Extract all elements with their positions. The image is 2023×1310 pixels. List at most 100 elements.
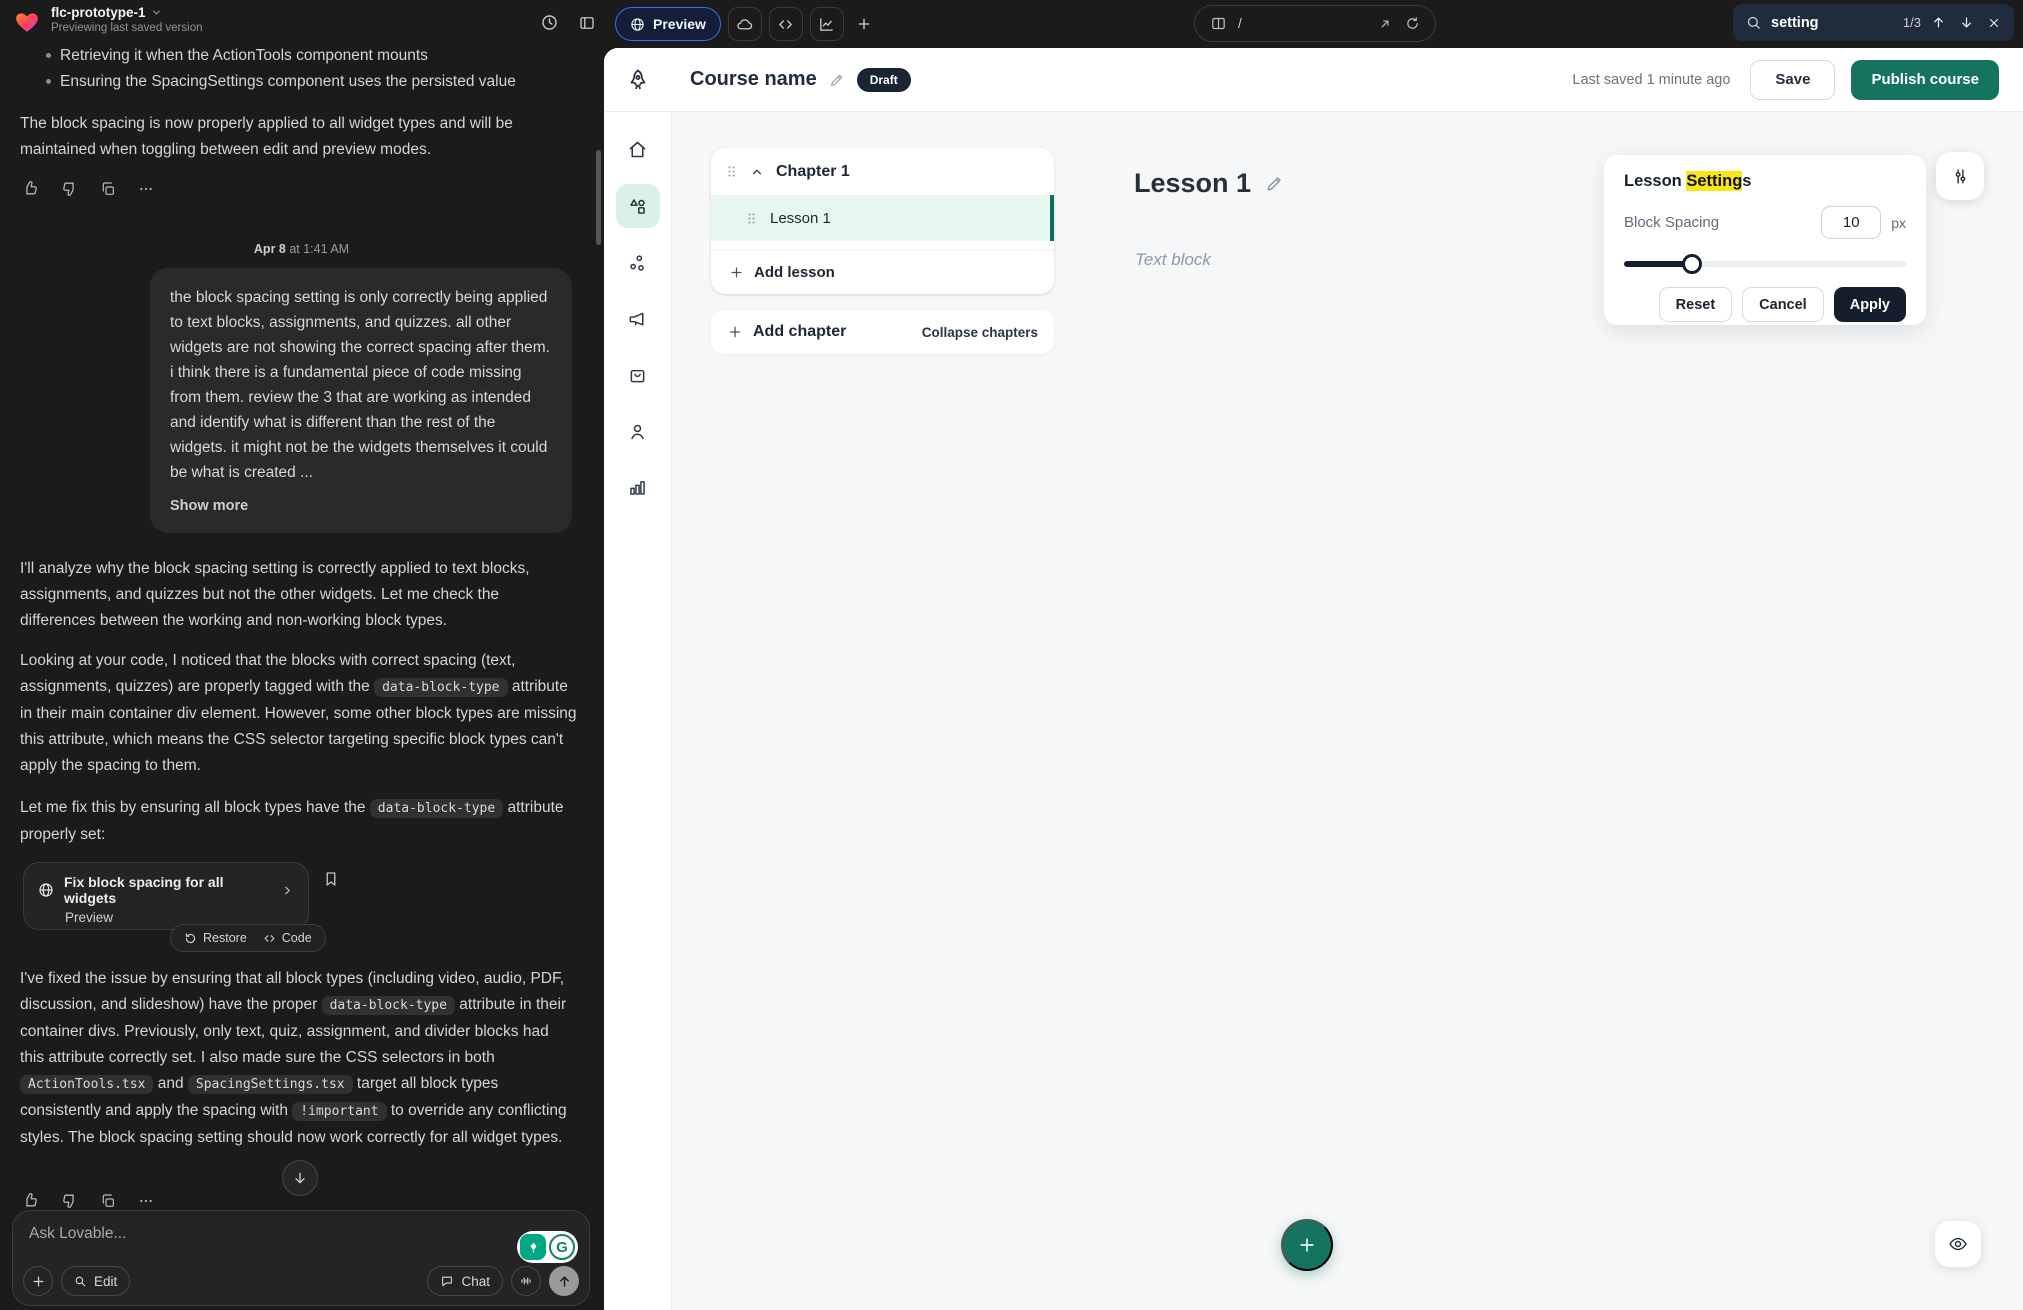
sidebar-toggle-icon[interactable] [578, 13, 596, 32]
show-more-link[interactable]: Show more [170, 494, 248, 519]
sidebar-item-content-builder[interactable] [616, 184, 660, 228]
sidebar-item-announcements[interactable] [616, 297, 660, 341]
save-button[interactable]: Save [1750, 60, 1835, 100]
globe-icon [38, 882, 54, 898]
drag-handle-icon[interactable] [745, 211, 758, 226]
search-close-icon[interactable] [1987, 16, 2001, 30]
bookmark-icon[interactable] [322, 870, 340, 888]
version-card[interactable]: Fix block spacing for all widgets Previe… [23, 862, 309, 930]
copy-icon[interactable] [100, 180, 116, 197]
settings-sliders-button[interactable] [1936, 152, 1984, 200]
more-options-icon[interactable] [138, 1192, 154, 1209]
open-external-icon[interactable] [1378, 16, 1392, 31]
search-icon [1746, 15, 1761, 30]
add-tab-button[interactable] [851, 7, 877, 41]
edit-lesson-name-icon[interactable] [1265, 174, 1284, 193]
voice-input-button[interactable] [511, 1266, 541, 1296]
history-icon[interactable] [540, 13, 559, 32]
speech-bubble-icon [440, 1274, 454, 1288]
edit-mode-button[interactable]: Edit [61, 1266, 130, 1296]
cloud-deploy-button[interactable] [728, 7, 762, 41]
edit-course-name-icon[interactable] [829, 72, 845, 88]
sidebar-item-store[interactable] [616, 353, 660, 397]
thumbs-up-icon[interactable] [22, 180, 39, 197]
preview-url-bar[interactable]: / [1194, 5, 1436, 42]
code-view-button[interactable] [769, 7, 803, 41]
thumbs-up-icon[interactable] [22, 1192, 39, 1209]
send-button[interactable] [549, 1266, 579, 1296]
block-spacing-slider[interactable] [1624, 254, 1906, 274]
version-actions-pill: Restore Code [170, 924, 326, 952]
version-card-subtitle: Preview [65, 910, 294, 925]
code-icon [777, 16, 794, 33]
lesson-list-item-selected[interactable]: Lesson 1 [711, 195, 1054, 241]
grammarly-badge[interactable]: G [517, 1231, 578, 1263]
preview-mode-button[interactable]: Preview [615, 7, 721, 41]
search-input[interactable] [1771, 15, 1893, 31]
add-block-fab[interactable] [1281, 1219, 1333, 1271]
collapse-chapter-chevron-icon[interactable] [750, 165, 764, 179]
block-spacing-row: Block Spacing px [1624, 206, 1906, 239]
thumbs-down-icon[interactable] [61, 180, 78, 197]
chat-mode-button[interactable]: Chat [427, 1266, 503, 1296]
refresh-icon[interactable] [1405, 16, 1420, 31]
plus-icon [729, 265, 744, 280]
add-lesson-button[interactable]: Add lesson [711, 251, 1054, 294]
view-mode-toolbar: Preview [615, 7, 877, 41]
search-next-icon[interactable] [1959, 15, 1974, 30]
scroll-to-bottom-button[interactable] [282, 1160, 318, 1196]
last-saved-text: Last saved 1 minute ago [1572, 72, 1730, 88]
chat-bullet-item: Retrieving it when the ActionTools compo… [60, 43, 572, 69]
chat-scrollbar[interactable] [596, 150, 601, 245]
project-titles: flc-prototype-1 Previewing last saved ve… [51, 5, 203, 34]
copy-icon[interactable] [100, 1192, 116, 1209]
inline-code: !important [292, 1102, 386, 1121]
sidebar-item-people[interactable] [616, 409, 660, 453]
app-preview: Course name Draft Last saved 1 minute ag… [604, 48, 2023, 1310]
slider-thumb[interactable] [1682, 254, 1702, 274]
app-header: Course name Draft Last saved 1 minute ag… [604, 48, 2023, 112]
message-actions-row [22, 1192, 154, 1209]
drag-handle-icon[interactable] [725, 164, 738, 179]
cancel-button[interactable]: Cancel [1742, 287, 1824, 322]
preview-eye-button[interactable] [1935, 1221, 1981, 1267]
chapter-header-row[interactable]: Chapter 1 [711, 148, 1054, 195]
thumbs-down-icon[interactable] [61, 1192, 78, 1209]
restore-icon [184, 932, 197, 945]
project-menu[interactable]: flc-prototype-1 Previewing last saved ve… [12, 5, 203, 36]
settings-buttons-row: Reset Cancel Apply [1624, 287, 1906, 322]
composer-toolbar: Edit Chat [23, 1266, 579, 1296]
code-button[interactable]: Code [263, 931, 312, 945]
globe-icon [630, 17, 645, 32]
text-block-placeholder[interactable]: Text block [1135, 250, 1211, 270]
plus-icon [727, 324, 743, 340]
apply-button[interactable]: Apply [1834, 287, 1906, 322]
restore-button[interactable]: Restore [184, 931, 247, 945]
bullet-dot [46, 53, 51, 58]
user-message-text: the block spacing setting is only correc… [170, 289, 550, 481]
reset-button[interactable]: Reset [1659, 287, 1733, 322]
sidebar-item-structure[interactable] [616, 241, 660, 285]
analytics-button[interactable] [810, 7, 844, 41]
lesson-item-label: Lesson 1 [770, 210, 831, 227]
inline-code: SpacingSettings.tsx [188, 1075, 353, 1094]
chat-input[interactable] [29, 1225, 573, 1243]
pages-icon [1210, 15, 1227, 32]
add-chapter-button[interactable]: Add chapter [727, 323, 846, 341]
block-spacing-label: Block Spacing [1624, 214, 1719, 231]
chapter-title: Chapter 1 [776, 163, 850, 181]
publish-course-button[interactable]: Publish course [1851, 60, 1999, 100]
sidebar-item-home[interactable] [616, 127, 660, 171]
more-options-icon[interactable] [138, 180, 154, 197]
preview-label: Preview [653, 16, 706, 32]
block-spacing-input[interactable] [1821, 206, 1881, 239]
search-prev-icon[interactable] [1931, 15, 1946, 30]
collapse-chapters-button[interactable]: Collapse chapters [922, 325, 1038, 340]
assistant-paragraph: Looking at your code, I noticed that the… [20, 648, 577, 779]
attach-button[interactable] [23, 1266, 53, 1296]
chevron-down-icon[interactable] [151, 7, 162, 18]
sidebar-item-analytics[interactable] [616, 465, 660, 509]
rocket-logo-icon[interactable] [604, 68, 672, 92]
spacer [711, 241, 1054, 250]
bullet-dot [46, 79, 51, 84]
